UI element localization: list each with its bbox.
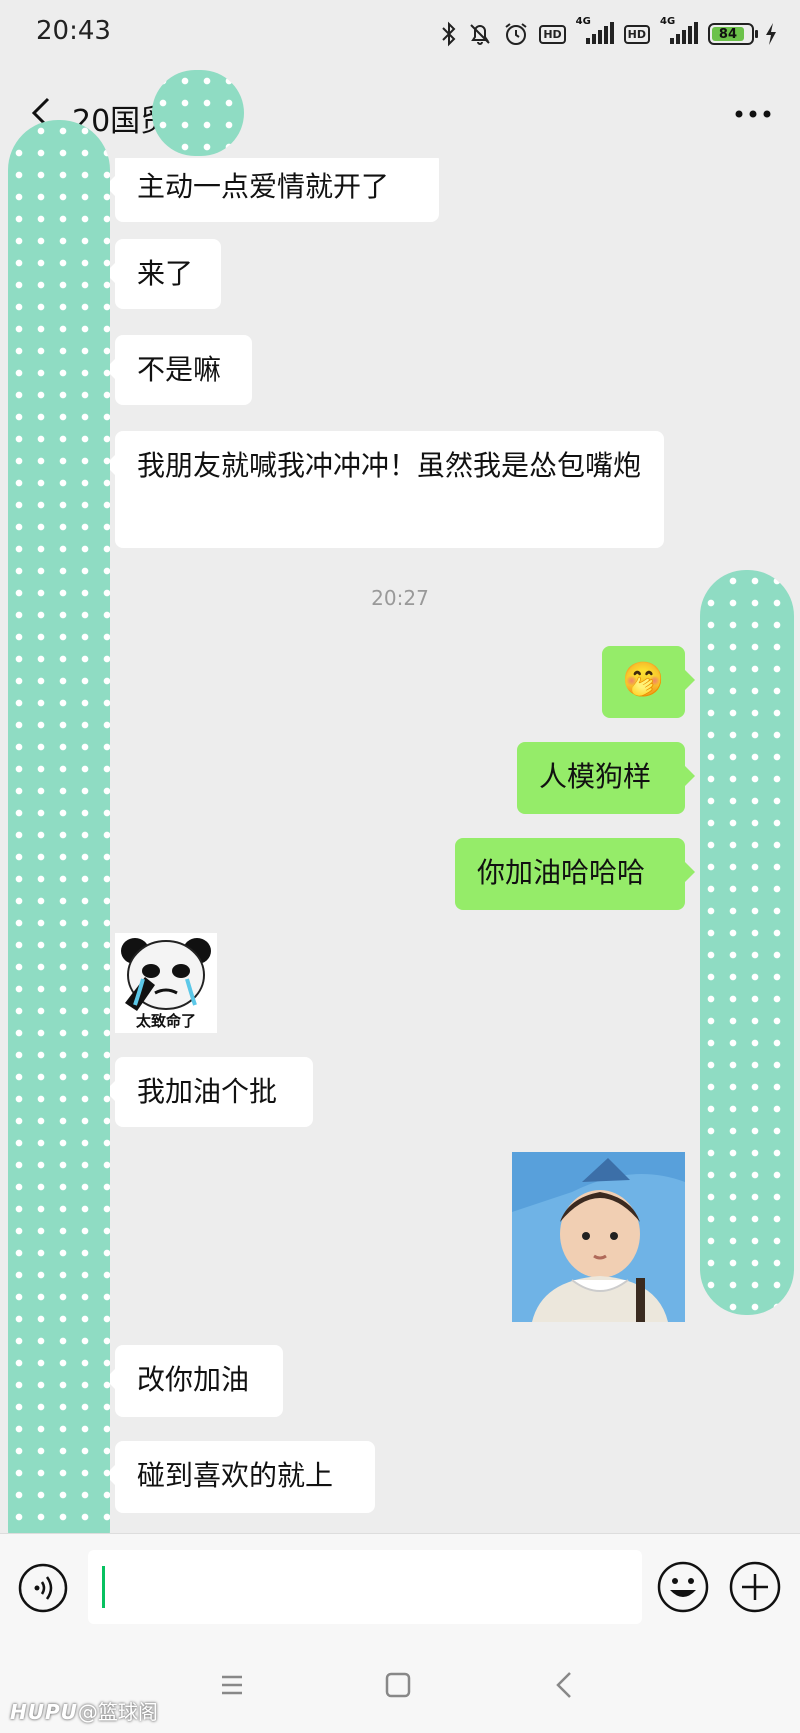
sticker-caption: 太致命了 bbox=[135, 1012, 196, 1030]
message-bubble-incoming[interactable]: 不是嘛 bbox=[105, 335, 252, 405]
home-button[interactable] bbox=[378, 1667, 418, 1703]
message-bubble-outgoing[interactable]: 🤭 bbox=[602, 646, 695, 718]
back-chevron-icon bbox=[556, 1672, 571, 1698]
text-cursor bbox=[102, 1566, 105, 1608]
message-bubble-incoming[interactable]: 碰到喜欢的就上 bbox=[105, 1441, 375, 1513]
timestamp-divider: 20:27 bbox=[371, 586, 429, 610]
signal-icon-2: 4G bbox=[660, 16, 698, 46]
battery-icon: 84 bbox=[708, 23, 758, 45]
menu-lines-icon bbox=[222, 1675, 242, 1695]
message-bubble-incoming[interactable]: 我朋友就喊我冲冲冲！虽然我是怂包嘴炮 bbox=[105, 431, 664, 548]
cover-mouth-emoji-icon: 🤭 bbox=[622, 660, 665, 700]
child-photo-image bbox=[512, 1152, 685, 1322]
signal-icon: 4G bbox=[576, 16, 614, 46]
hd-icon-2: HD bbox=[623, 24, 650, 44]
watermark: HUPU@篮球阁 bbox=[10, 1700, 158, 1724]
system-nav-bar: HUPU@篮球阁 bbox=[0, 1637, 800, 1733]
status-icons: HD 4G HD 4G 84 bbox=[441, 16, 778, 50]
smiley-icon bbox=[657, 1561, 709, 1613]
voice-input-button[interactable] bbox=[18, 1563, 68, 1613]
system-back-button[interactable] bbox=[546, 1667, 586, 1703]
message-bubble-incoming[interactable]: 来了 bbox=[105, 239, 221, 309]
charging-icon bbox=[764, 22, 778, 46]
message-list[interactable]: 主动一点爱情就开了 来了 不是嘛 我朋友就喊我冲冲冲！虽然我是怂包嘴炮 20:2… bbox=[0, 158, 800, 1533]
message-bubble-outgoing[interactable]: 人模狗样 bbox=[517, 742, 695, 814]
privacy-mask-title bbox=[152, 70, 244, 156]
message-input[interactable] bbox=[88, 1550, 642, 1624]
battery-level: 84 bbox=[712, 27, 744, 42]
message-bubble-outgoing[interactable]: 你加油哈哈哈 bbox=[455, 838, 695, 910]
home-square-icon bbox=[385, 1672, 411, 1698]
alarm-icon bbox=[503, 21, 529, 47]
input-bar bbox=[0, 1533, 800, 1638]
more-options-button[interactable] bbox=[728, 96, 778, 132]
mute-bell-icon bbox=[467, 21, 493, 47]
voice-icon bbox=[18, 1563, 68, 1613]
more-functions-button[interactable] bbox=[728, 1560, 782, 1614]
chat-header: 20国贸 bbox=[0, 70, 800, 158]
more-dots-icon bbox=[735, 110, 771, 118]
message-bubble-incoming[interactable]: 主动一点爱情就开了 bbox=[105, 158, 439, 222]
message-bubble-incoming[interactable]: 改你加油 bbox=[105, 1345, 283, 1417]
status-bar: 20:43 HD 4G HD 4G 84 bbox=[0, 0, 800, 70]
hd-icon: HD bbox=[539, 24, 566, 44]
privacy-mask-right bbox=[700, 570, 794, 1315]
recent-apps-button[interactable] bbox=[212, 1667, 252, 1703]
privacy-mask-left bbox=[8, 120, 110, 1580]
plus-icon bbox=[729, 1561, 781, 1613]
bluetooth-icon bbox=[441, 21, 457, 47]
message-bubble-incoming[interactable]: 我加油个批 bbox=[105, 1057, 313, 1127]
child-photo[interactable] bbox=[512, 1152, 685, 1322]
panda-sticker[interactable]: 太致命了 bbox=[115, 933, 217, 1033]
emoji-button[interactable] bbox=[656, 1560, 710, 1614]
status-time: 20:43 bbox=[36, 16, 111, 46]
panda-face-icon bbox=[121, 938, 211, 1011]
